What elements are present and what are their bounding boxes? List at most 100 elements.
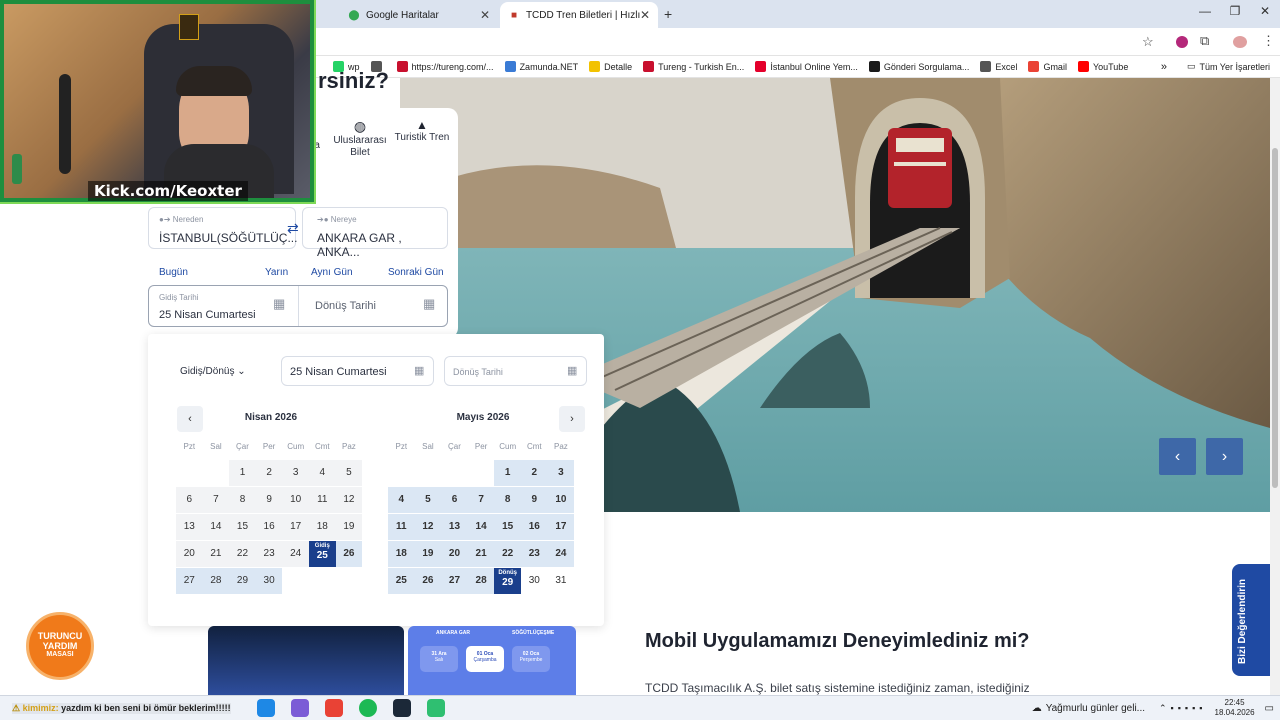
calendar-day[interactable]: 27 <box>441 568 468 594</box>
browser-tab-maps[interactable]: ⬤ Google Haritalar ✕ <box>340 2 498 28</box>
calendar-day[interactable]: 5 <box>335 460 363 486</box>
calendar-day[interactable]: 16 <box>521 514 548 540</box>
calendar-day[interactable]: 14 <box>202 514 230 540</box>
calendar-day[interactable]: 2 <box>255 460 283 486</box>
calendar-day[interactable]: 22 <box>229 541 256 567</box>
calendar-day[interactable]: 24 <box>547 541 575 567</box>
calendar-day[interactable]: 4 <box>388 487 415 513</box>
quick-date-next-day[interactable]: Sonraki Gün <box>388 267 444 278</box>
calendar-day[interactable]: 27 <box>176 568 203 594</box>
calendar-day[interactable]: 15 <box>229 514 256 540</box>
calendar-day[interactable]: 10 <box>547 487 575 513</box>
date-field[interactable]: Gidiş Tarihi 25 Nisan Cumartesi ▦ Dönüş … <box>148 285 448 327</box>
star-icon[interactable]: ☆ <box>1142 34 1154 50</box>
bookmark-2[interactable]: https://tureng.com/... <box>396 61 494 72</box>
quick-date-today[interactable]: Bugün <box>159 267 188 278</box>
close-icon[interactable]: ✕ <box>640 8 650 22</box>
bookmark-4[interactable]: Detalle <box>589 61 632 72</box>
menu-icon[interactable]: ⋮ <box>1262 33 1275 49</box>
profile-icon[interactable] <box>1233 36 1247 48</box>
bookmark-6[interactable]: İstanbul Online Yem... <box>755 61 858 72</box>
trip-select[interactable]: Gidiş/Dönüş ⌄ <box>180 366 246 377</box>
puzzle-icon[interactable]: ⧉ <box>1200 33 1209 49</box>
calendar-day[interactable]: 8 <box>494 487 521 513</box>
calendar-day[interactable]: 26 <box>414 568 442 594</box>
departure-input[interactable]: 25 Nisan Cumartesi ▦ <box>281 356 434 386</box>
spotify-icon[interactable] <box>358 699 377 717</box>
bookmark-7[interactable]: Gönderi Sorgulama... <box>868 61 969 72</box>
calendar-day[interactable]: 20 <box>441 541 468 567</box>
quick-date-same-day[interactable]: Aynı Gün <box>311 267 353 278</box>
calendar-day[interactable]: 16 <box>255 514 283 540</box>
calendar-day[interactable]: 28 <box>467 568 495 594</box>
browser-tab-tcdd[interactable]: ■TCDD Tren Biletleri | Hızlı ve Gü...✕ <box>500 2 658 28</box>
clock[interactable]: 22:45 18.04.2026 <box>1215 698 1255 718</box>
all-bookmarks-link[interactable]: Tüm Yer İşaretleri <box>1199 62 1270 72</box>
swap-icon[interactable]: ⇄ <box>287 220 299 237</box>
maximize-button[interactable]: ❐ <box>1220 4 1250 24</box>
scrollbar[interactable] <box>1270 78 1280 698</box>
calendar-day[interactable]: 6 <box>441 487 468 513</box>
calendar-day[interactable]: 23 <box>255 541 283 567</box>
calendar-day[interactable]: 22 <box>494 541 521 567</box>
feedback-tab[interactable]: Bizi Değerlendirin <box>1232 564 1270 676</box>
calendar-day[interactable]: 15 <box>494 514 521 540</box>
calendar-day[interactable]: 18 <box>309 514 336 540</box>
calendar-day[interactable]: 2 <box>521 460 548 486</box>
calendar-day[interactable]: 9 <box>521 487 548 513</box>
calendar-day[interactable]: 6 <box>176 487 203 513</box>
calendar-day[interactable]: 30 <box>255 568 283 594</box>
calendar-day[interactable]: 7 <box>202 487 230 513</box>
calendar-day[interactable]: 19 <box>414 541 442 567</box>
scrollbar-thumb[interactable] <box>1272 148 1278 488</box>
return-input[interactable]: Dönüş Tarihi ▦ <box>444 356 587 386</box>
bookmarks-overflow-icon[interactable]: » <box>1161 61 1167 73</box>
bookmark-5[interactable]: Tureng - Turkish En... <box>643 61 744 72</box>
calendar-day[interactable]: Dönüş 29 <box>494 568 521 594</box>
calendar-day[interactable]: 4 <box>309 460 336 486</box>
calendar-day[interactable]: 14 <box>467 514 495 540</box>
calendar-day[interactable]: 20 <box>176 541 203 567</box>
calendar-day[interactable]: 26 <box>335 541 363 567</box>
bookmark-10[interactable]: YouTube <box>1077 61 1128 72</box>
calendar-day[interactable]: 17 <box>547 514 575 540</box>
to-field[interactable]: ➔● Nereye ANKARA GAR , ANKA... <box>302 207 448 259</box>
calendar-day[interactable]: 8 <box>229 487 256 513</box>
calendar-day[interactable]: 28 <box>202 568 230 594</box>
chrome-icon[interactable] <box>324 699 343 717</box>
steam-icon[interactable] <box>392 699 411 717</box>
calendar-day[interactable]: 3 <box>282 460 309 486</box>
calendar-day[interactable]: 21 <box>467 541 495 567</box>
tray-icons[interactable]: ⌃▪▪▪▪▪ <box>1159 703 1207 714</box>
help-desk-badge[interactable]: TURUNCU YARDIM MASASI <box>26 612 94 680</box>
edge-icon[interactable] <box>256 699 275 717</box>
trip-type-international[interactable]: ◍ Uluslararası Bilet <box>330 118 390 159</box>
calendar-day[interactable]: 21 <box>202 541 230 567</box>
hero-prev-button[interactable]: ‹ <box>1159 438 1196 475</box>
close-icon[interactable]: ✕ <box>480 8 490 22</box>
calendar-day[interactable]: 1 <box>229 460 256 486</box>
calendar-day[interactable]: 13 <box>176 514 203 540</box>
calendar-day[interactable]: 24 <box>282 541 309 567</box>
calendar-day[interactable]: Gidiş 25 <box>309 541 336 567</box>
app-icon[interactable] <box>290 699 309 717</box>
app2-icon[interactable] <box>426 699 445 717</box>
notification-icon[interactable]: ▭ <box>1265 703 1274 714</box>
calendar-day[interactable]: 29 <box>229 568 256 594</box>
calendar-day[interactable]: 7 <box>467 487 495 513</box>
bookmark-9[interactable]: Gmail <box>1028 61 1067 72</box>
extension-icon[interactable] <box>1176 36 1188 48</box>
from-field[interactable]: ●➔ Nereden İSTANBUL(SÖĞÜTLÜÇ... <box>148 207 297 249</box>
calendar-day[interactable]: 10 <box>282 487 309 513</box>
calendar-day[interactable]: 12 <box>335 487 363 513</box>
calendar-day[interactable]: 3 <box>547 460 575 486</box>
calendar-day[interactable]: 19 <box>335 514 363 540</box>
new-tab-button[interactable]: + <box>664 6 672 22</box>
calendar-day[interactable]: 25 <box>388 568 415 594</box>
calendar-day[interactable]: 12 <box>414 514 442 540</box>
calendar-day[interactable]: 13 <box>441 514 468 540</box>
minimize-button[interactable]: — <box>1190 4 1220 24</box>
bookmark-8[interactable]: Excel <box>980 61 1017 72</box>
quick-date-tomorrow[interactable]: Yarın <box>265 267 288 278</box>
calendar-day[interactable]: 23 <box>521 541 548 567</box>
